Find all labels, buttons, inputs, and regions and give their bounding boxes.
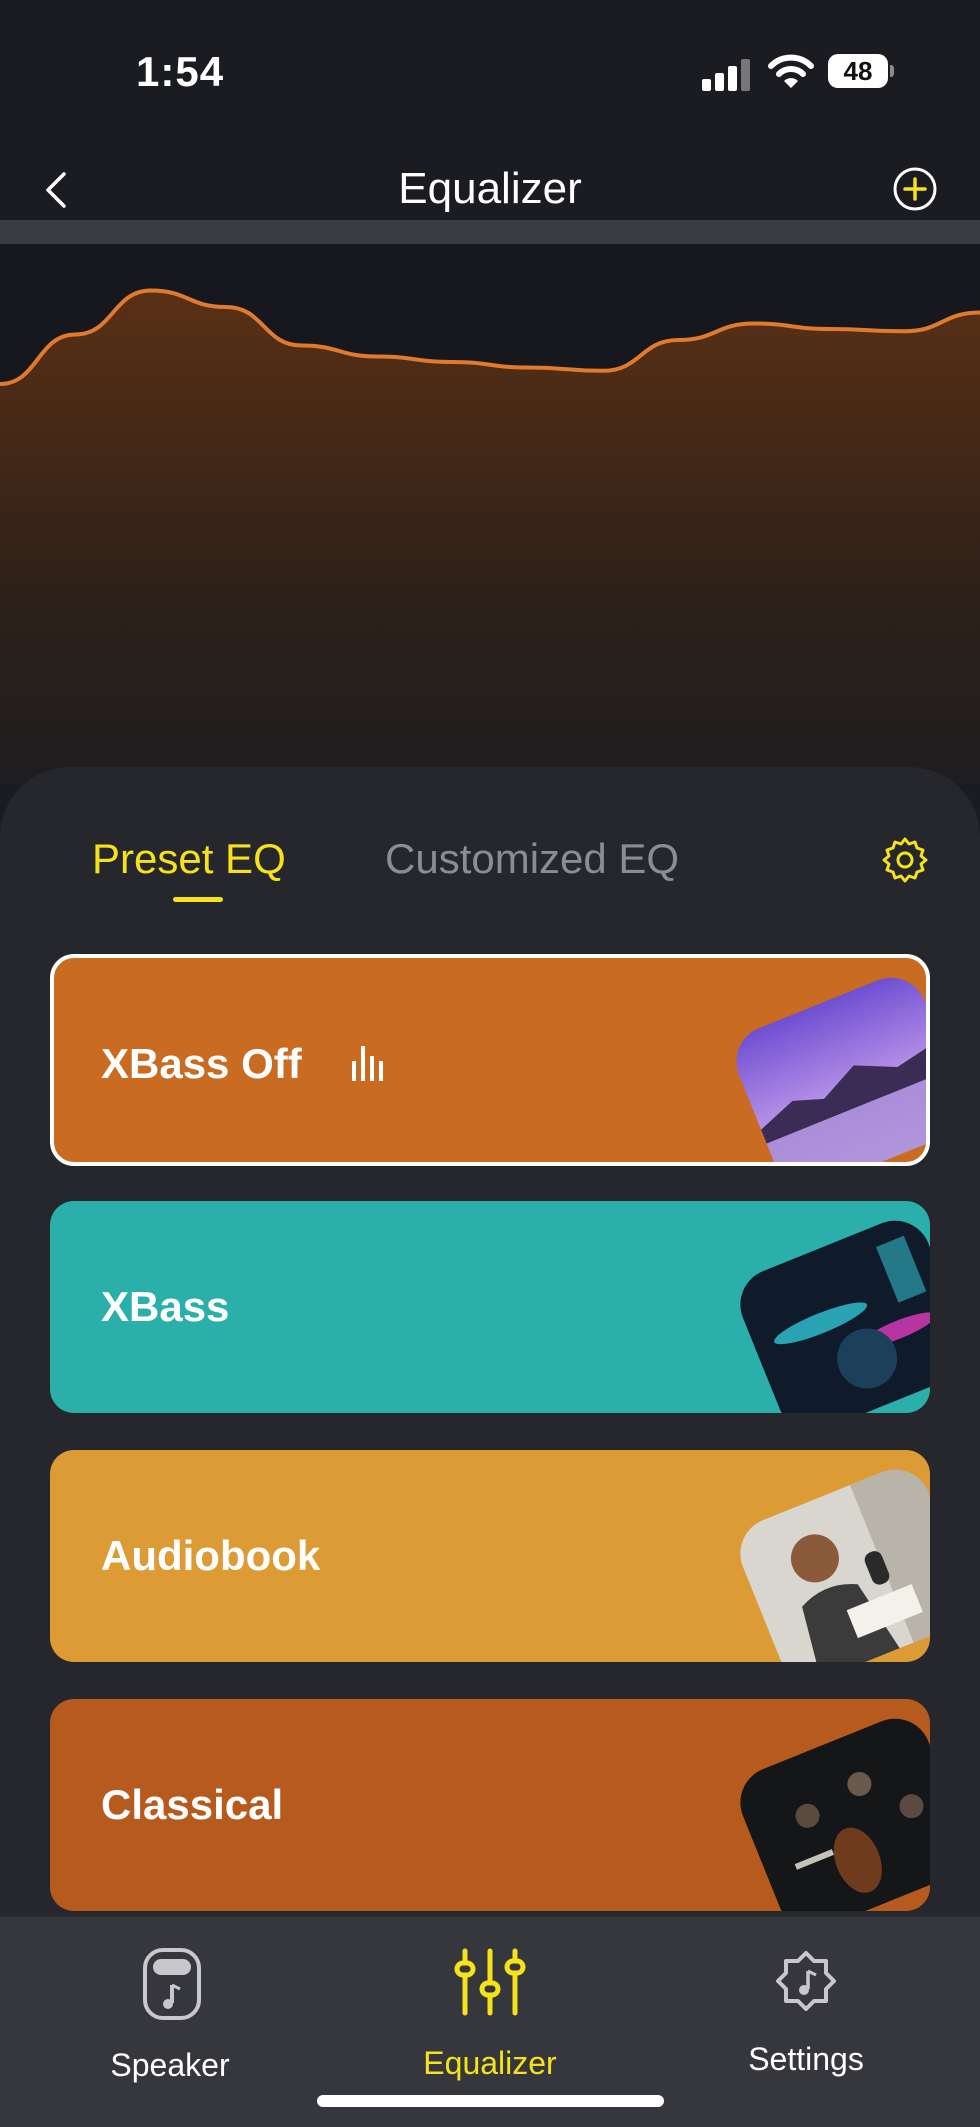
nav-bar: Equalizer: [0, 150, 980, 230]
nav-speaker-label: Speaker: [110, 2047, 230, 2083]
cellular-signal-icon: [702, 57, 752, 91]
header-divider: [0, 220, 980, 244]
sliders-icon: [454, 1948, 526, 2016]
page-title: Equalizer: [398, 164, 582, 213]
preset-label: Classical: [101, 1781, 284, 1828]
orchestra-image: [740, 1718, 930, 1911]
preset-card-classical[interactable]: Classical: [50, 1699, 930, 1911]
gear-icon[interactable]: [880, 835, 930, 885]
nav-settings[interactable]: Settings: [676, 1917, 936, 2117]
status-bar: 1:54 48: [0, 0, 980, 150]
tab-customized-eq[interactable]: Customized EQ: [385, 835, 679, 883]
nav-equalizer[interactable]: Equalizer: [360, 1917, 620, 2117]
nav-settings-label: Settings: [748, 2041, 864, 2077]
battery-icon: 48: [828, 54, 894, 88]
drummer-image: [740, 1220, 930, 1413]
battery-level: 48: [828, 54, 888, 88]
preset-card-xbass[interactable]: XBass: [50, 1201, 930, 1413]
plus-circle-icon[interactable]: [892, 166, 938, 212]
wifi-icon: [768, 54, 814, 88]
home-indicator: [317, 2095, 664, 2107]
tab-preset-eq[interactable]: Preset EQ: [92, 835, 286, 883]
eq-curve-graph: [0, 244, 980, 784]
preset-label: Audiobook: [101, 1532, 321, 1579]
preset-card-xbass-off[interactable]: XBass Off: [50, 954, 930, 1166]
preset-label: XBass Off: [101, 1040, 302, 1087]
lake-mountain-image: [736, 977, 926, 1162]
nav-speaker[interactable]: Speaker: [40, 1917, 300, 2117]
preset-card-audiobook[interactable]: Audiobook: [50, 1450, 930, 1662]
settings-icon: [776, 1951, 836, 2011]
nav-equalizer-label: Equalizer: [423, 2045, 557, 2081]
microphone-reader-image: [740, 1458, 930, 1662]
active-tab-indicator: [173, 897, 223, 902]
preset-label: XBass: [101, 1283, 230, 1330]
equalizer-bars-icon: [352, 1046, 383, 1081]
status-time: 1:54: [136, 48, 225, 95]
speaker-icon: [143, 1948, 201, 2020]
